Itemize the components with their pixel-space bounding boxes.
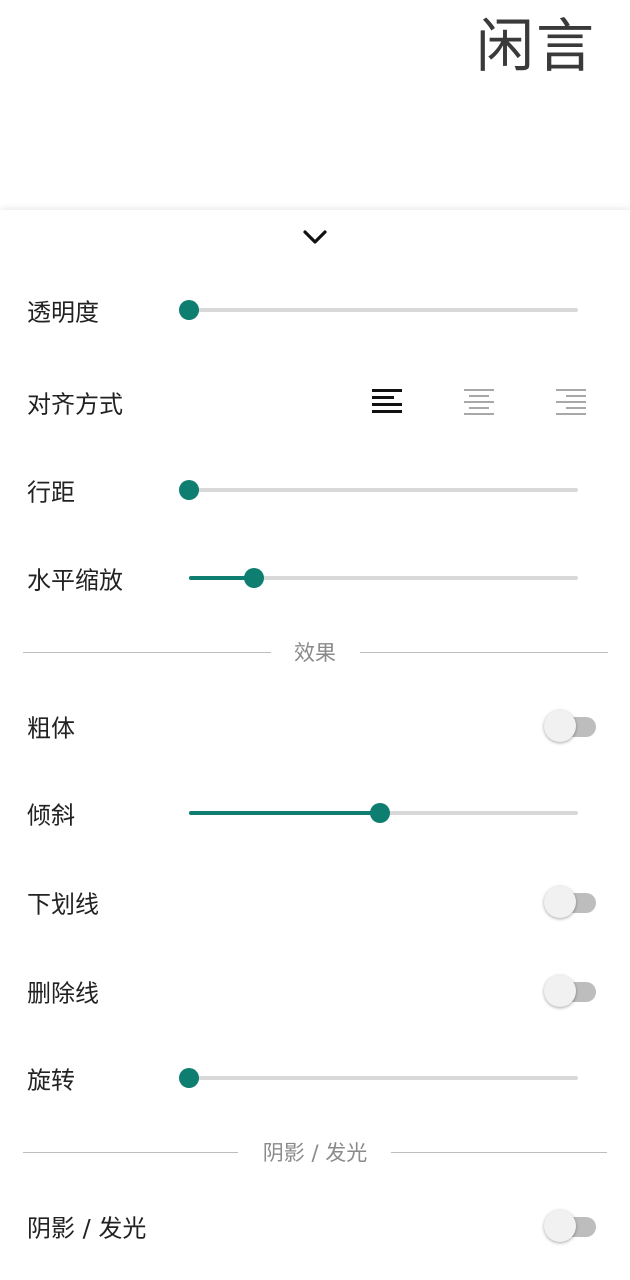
underline-toggle-thumb <box>544 886 576 918</box>
bold-row: 粗体 <box>0 696 630 756</box>
italic-slider[interactable] <box>189 802 578 824</box>
opacity-row: 透明度 <box>0 280 630 340</box>
line-spacing-slider[interactable] <box>179 479 578 501</box>
bold-label: 粗体 <box>27 714 75 743</box>
strikethrough-label: 删除线 <box>27 979 99 1008</box>
preview-text: 闲言 <box>475 12 596 80</box>
rotation-label: 旋转 <box>27 1066 75 1095</box>
rotation-slider[interactable] <box>179 1067 578 1089</box>
rotation-slider-track <box>189 1076 578 1080</box>
shadow-glow-label: 阴影 / 发光 <box>27 1214 147 1243</box>
opacity-slider[interactable] <box>179 299 578 321</box>
strikethrough-row: 删除线 <box>0 961 630 1021</box>
italic-row: 倾斜 <box>0 783 630 843</box>
align-center-icon <box>462 389 498 422</box>
underline-label: 下划线 <box>27 890 99 919</box>
effects-section-divider: 效果 <box>0 632 630 672</box>
underline-row: 下划线 <box>0 872 630 932</box>
underline-toggle[interactable] <box>544 885 598 919</box>
divider-line-right <box>391 1152 607 1153</box>
line-spacing-slider-thumb[interactable] <box>179 480 199 500</box>
opacity-label: 透明度 <box>27 298 99 327</box>
rotation-row: 旋转 <box>0 1048 630 1108</box>
collapse-button[interactable] <box>295 224 335 254</box>
shadow-glow-toggle[interactable] <box>544 1209 598 1243</box>
divider-line-right <box>360 652 608 653</box>
align-left-icon <box>370 389 406 422</box>
italic-slider-thumb[interactable] <box>369 803 390 823</box>
line-spacing-label: 行距 <box>27 478 75 507</box>
horizontal-scale-row: 水平缩放 <box>0 548 630 608</box>
line-spacing-slider-track <box>189 488 578 492</box>
horizontal-scale-slider[interactable] <box>189 567 578 589</box>
align-right-icon <box>554 389 590 422</box>
italic-slider-fill <box>189 811 380 815</box>
shadow-section-divider: 阴影 / 发光 <box>0 1132 630 1172</box>
shadow-glow-row: 阴影 / 发光 <box>0 1196 630 1256</box>
align-center-button[interactable] <box>462 386 498 418</box>
chevron-down-icon <box>302 228 328 250</box>
align-left-button[interactable] <box>370 386 406 418</box>
italic-label: 倾斜 <box>27 801 75 830</box>
line-spacing-row: 行距 <box>0 460 630 520</box>
text-style-panel: 透明度 对齐方式 行距 水平缩放 效果 粗体 倾斜 下划线 删除线 旋转 阴影 … <box>0 210 630 1280</box>
alignment-row: 对齐方式 <box>0 372 630 432</box>
alignment-options <box>360 382 610 422</box>
alignment-label: 对齐方式 <box>27 390 123 419</box>
align-right-button[interactable] <box>554 386 590 418</box>
bold-toggle[interactable] <box>544 709 598 743</box>
opacity-slider-thumb[interactable] <box>179 300 199 320</box>
shadow-glow-toggle-thumb <box>544 1210 576 1242</box>
rotation-slider-thumb[interactable] <box>179 1068 199 1088</box>
strikethrough-toggle-thumb <box>544 975 576 1007</box>
text-preview-area: 闲言 <box>0 0 630 210</box>
strikethrough-toggle[interactable] <box>544 974 598 1008</box>
horizontal-scale-slider-thumb[interactable] <box>243 568 264 588</box>
bold-toggle-thumb <box>544 710 576 742</box>
horizontal-scale-label: 水平缩放 <box>27 566 123 595</box>
opacity-slider-track <box>189 308 578 312</box>
